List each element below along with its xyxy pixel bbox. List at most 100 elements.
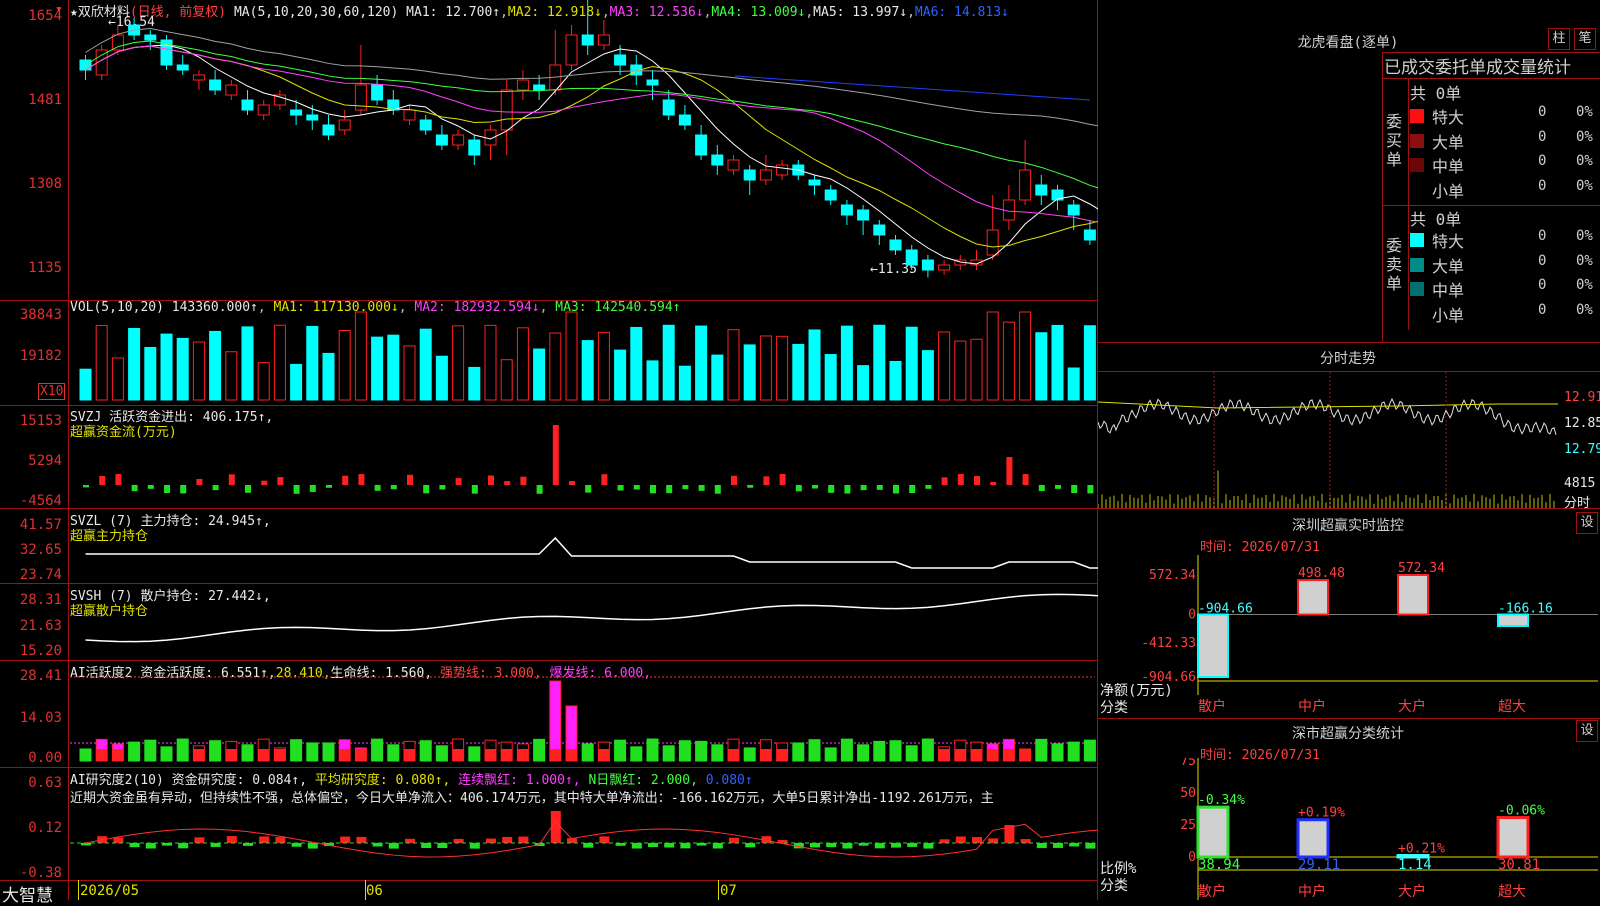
fund-flow-bar [115, 474, 122, 485]
buy-row-count: 0 [1538, 128, 1547, 145]
research-bar [340, 836, 351, 843]
buy-row-swatch [1410, 182, 1424, 197]
candle-body [322, 124, 335, 136]
research-bar [307, 843, 318, 849]
classify-chart[interactable]: 75 50 25 0 -0.34% 38.94 散户 +0.19% 29.11 中户 +0.21%1… [1098, 758, 1600, 900]
volume-bar [192, 341, 205, 401]
volume-bar [727, 329, 740, 401]
candle-body [176, 64, 189, 71]
monitor-chart[interactable]: 572.340-412.33-904.66-904.66散户498.48中户57… [1098, 555, 1600, 715]
candle-body [306, 114, 319, 121]
volume-bar [533, 348, 546, 401]
svsh-line [85, 593, 1098, 643]
activity-base [355, 749, 367, 761]
research-bar [664, 843, 675, 848]
candle-body [290, 109, 303, 116]
activity-bar [840, 738, 853, 762]
ma4-line [85, 40, 1098, 189]
activity-base [971, 749, 982, 761]
research-bar [275, 837, 286, 843]
monitor-bar-label: 498.48 [1298, 566, 1345, 581]
volume-bar [905, 326, 918, 401]
volume-bar [1019, 311, 1032, 401]
volume-bar [678, 365, 691, 401]
research-bar [129, 843, 140, 848]
activity-bar [306, 742, 319, 762]
tick-view-button[interactable]: 笔 [1574, 28, 1596, 50]
fund-flow-bar [569, 481, 575, 485]
classify-axis-tick: 0 [1188, 850, 1196, 865]
left-chart-area[interactable]: 1654 1481 1308 1135 38843 19182 X10 1515… [0, 0, 1098, 906]
research-bar [1053, 843, 1063, 848]
kline-chart[interactable] [0, 0, 1098, 900]
fund-flow-bar [633, 485, 640, 490]
sell-row-percent: 0% [1576, 301, 1593, 318]
volume-bar [1051, 324, 1064, 401]
fund-flow-bar [520, 476, 527, 485]
research-line [85, 820, 1098, 858]
right-panel: 龙虎看盘(逐单) 柱 笔 已成交委托单成交量统计 委买单 委卖单 共 0单 共 … [1098, 0, 1600, 900]
research-bar [631, 843, 642, 849]
intraday-title: 分时走势 [1320, 351, 1376, 367]
buy-row-name: 特大 [1432, 108, 1465, 127]
volume-bar [1035, 332, 1048, 401]
research-bar [518, 836, 529, 843]
activity-bar [241, 744, 254, 762]
volume-bar [322, 352, 335, 401]
fund-flow-bar [828, 485, 835, 493]
candle-body [662, 99, 675, 116]
activity-base [96, 749, 108, 761]
activity-bar [808, 739, 821, 762]
classify-axis-tick: 50 [1180, 786, 1196, 801]
classify-change-label: -0.34% [1198, 793, 1245, 808]
sell-row-swatch [1410, 306, 1424, 321]
research-bar [453, 838, 464, 843]
sell-row-count: 0 [1538, 301, 1547, 318]
monitor-axis-tick: 0 [1188, 608, 1196, 623]
activity-base [112, 749, 124, 761]
buy-row-swatch [1410, 158, 1424, 172]
monitor-title: 深圳超赢实时监控 [1292, 518, 1404, 534]
activity-bar [743, 747, 756, 762]
candle-body [840, 204, 853, 216]
activity-bar [371, 738, 384, 762]
candle-body [111, 34, 124, 51]
candle-body [452, 134, 465, 146]
research-bar [437, 843, 448, 849]
bar-view-button[interactable]: 柱 [1548, 28, 1570, 50]
fund-flow-bar [1022, 474, 1029, 485]
fund-flow-bar [83, 485, 89, 488]
classify-axis-tick: 75 [1180, 758, 1196, 769]
candle-body [565, 34, 578, 66]
volume-bar [759, 335, 772, 401]
volume-bar [581, 340, 594, 401]
research-bar [486, 838, 496, 843]
volume-bar [371, 336, 384, 401]
classify-settings-button[interactable]: 设 [1576, 720, 1598, 742]
fund-flow-bar [698, 485, 705, 491]
volume-bar [792, 343, 805, 401]
sell-row-percent: 0% [1576, 228, 1593, 244]
monitor-settings-button[interactable]: 设 [1576, 512, 1598, 534]
fund-flow-bar [860, 485, 867, 491]
sell-row-swatch [1410, 282, 1424, 296]
research-bar [842, 843, 853, 849]
buy-row-count: 0 [1538, 104, 1547, 120]
intraday-chart[interactable] [1098, 372, 1564, 508]
candle-body [808, 179, 821, 186]
activity-bar [857, 744, 870, 762]
monitor-bar [1397, 574, 1429, 616]
monitor-category: 中户 [1298, 698, 1326, 715]
volume-bar [695, 325, 708, 401]
candle-body [776, 164, 789, 176]
volume-bar [630, 326, 643, 401]
activity-bar [290, 739, 303, 762]
classify-bar [1296, 818, 1330, 859]
activity-base [452, 749, 464, 761]
candle-body [678, 114, 691, 126]
volume-bar [938, 331, 951, 401]
sell-row-name: 中单 [1432, 281, 1465, 300]
classify-axis-tick: 25 [1180, 818, 1196, 833]
volume-bar [338, 330, 351, 401]
lhb-header: 已成交委托单成交量统计 [1384, 58, 1571, 78]
